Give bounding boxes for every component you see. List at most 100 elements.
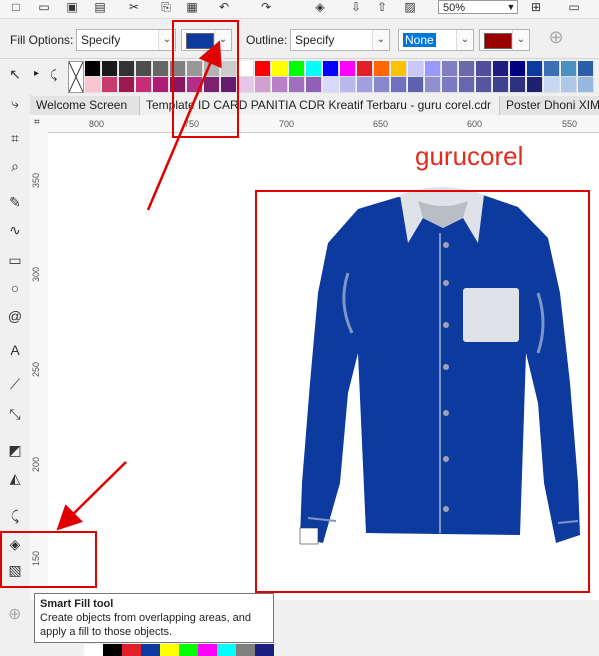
palette-swatch[interactable] — [510, 61, 526, 77]
no-color-swatch[interactable] — [68, 61, 84, 93]
drop-shadow-icon[interactable]: ◩ — [5, 440, 25, 460]
palette-swatch[interactable] — [340, 77, 356, 93]
palette-swatch[interactable] — [323, 61, 339, 77]
palette-swatch[interactable] — [544, 61, 560, 77]
vertical-ruler[interactable]: 350 300 250 200 150 — [30, 132, 49, 600]
horizontal-ruler[interactable]: 800 750 700 650 600 550 — [48, 115, 599, 133]
fill-options-value: Specify — [81, 33, 121, 47]
palette-swatch[interactable] — [476, 77, 492, 93]
palette-swatch[interactable] — [255, 61, 271, 77]
chevron-down-icon[interactable]: ▼ — [505, 0, 517, 14]
palette-swatch[interactable] — [306, 61, 322, 77]
palette-swatch[interactable] — [527, 77, 543, 93]
text-tool-icon[interactable]: A — [5, 340, 25, 360]
palette-swatch[interactable] — [391, 61, 407, 77]
open-icon[interactable]: ▭ — [36, 0, 52, 14]
rulers-icon[interactable]: ▭ — [566, 0, 582, 14]
palette-swatch[interactable] — [85, 61, 101, 77]
palette-swatch[interactable] — [323, 77, 339, 93]
palette-swatch[interactable] — [578, 77, 594, 93]
palette-swatch[interactable] — [561, 61, 577, 77]
palette-swatch[interactable] — [238, 61, 254, 77]
palette-swatch[interactable] — [459, 61, 475, 77]
document-palette[interactable] — [84, 644, 274, 656]
palette-swatch[interactable] — [493, 61, 509, 77]
palette-swatch[interactable] — [493, 77, 509, 93]
save-icon[interactable]: ▣ — [64, 0, 80, 14]
dimension-tool-icon[interactable]: ⟋ — [5, 374, 25, 394]
palette-swatch[interactable] — [153, 77, 169, 93]
import-icon[interactable]: ⇩ — [348, 0, 364, 14]
full-screen-icon[interactable]: ⊞ — [528, 0, 544, 14]
palette-swatch[interactable] — [374, 77, 390, 93]
cut-icon[interactable]: ✂ — [126, 0, 142, 14]
shape-tool-icon[interactable]: ⤷ — [5, 93, 25, 113]
palette-swatch[interactable] — [85, 77, 101, 93]
redo-icon[interactable]: ↷ — [258, 0, 274, 14]
palette-swatch[interactable] — [136, 61, 152, 77]
palette-swatch[interactable] — [578, 61, 594, 77]
add-tool-icon[interactable]: ⊕ — [8, 604, 21, 624]
palette-swatch[interactable] — [102, 77, 118, 93]
add-preset-icon[interactable]: ⊕ — [548, 28, 564, 46]
outline-width-dropdown[interactable]: None ⌄ — [398, 29, 474, 51]
palette-swatch[interactable] — [408, 61, 424, 77]
palette-swatch[interactable] — [153, 61, 169, 77]
palette-swatch[interactable] — [238, 77, 254, 93]
palette-swatch[interactable] — [340, 61, 356, 77]
palette-swatch[interactable] — [527, 61, 543, 77]
palette-swatch[interactable] — [510, 77, 526, 93]
palette-swatch[interactable] — [136, 77, 152, 93]
undo-icon[interactable]: ↶ — [216, 0, 232, 14]
print-icon[interactable]: ▤ — [92, 0, 108, 14]
copy-icon[interactable]: ⎘ — [158, 0, 174, 14]
spiral-tool-icon[interactable]: @ — [5, 306, 25, 326]
palette-swatch[interactable] — [459, 77, 475, 93]
export-icon[interactable]: ⇧ — [374, 0, 390, 14]
palette-swatch[interactable] — [476, 61, 492, 77]
pick-tool-icon[interactable]: ↖ — [5, 64, 25, 84]
eyedropper-icon[interactable]: ⤹ — [5, 506, 25, 526]
crop-tool-icon[interactable]: ⌗ — [5, 128, 25, 148]
tab-poster-document[interactable]: Poster Dhoni XIM — [500, 96, 599, 115]
palette-swatch[interactable] — [102, 61, 118, 77]
palette-swatch[interactable] — [425, 77, 441, 93]
palette-swatch[interactable] — [391, 77, 407, 93]
eyedropper-icon[interactable]: ⤹ — [50, 68, 57, 83]
palette-swatch[interactable] — [408, 77, 424, 93]
connector-tool-icon[interactable]: ⤡ — [5, 404, 25, 424]
palette-swatch[interactable] — [289, 61, 305, 77]
outline-color-picker[interactable]: ⌄ — [479, 29, 530, 51]
paste-icon[interactable]: ▦ — [184, 0, 200, 14]
palette-swatch[interactable] — [442, 61, 458, 77]
palette-swatch[interactable] — [374, 61, 390, 77]
transparency-icon[interactable]: ◭ — [5, 468, 25, 488]
palette-swatch[interactable] — [425, 61, 441, 77]
freehand-tool-icon[interactable]: ✎ — [5, 192, 25, 212]
palette-swatch[interactable] — [119, 61, 135, 77]
publish-pdf-icon[interactable]: ▨ — [402, 0, 418, 14]
rectangle-tool-icon[interactable]: ▭ — [5, 250, 25, 270]
palette-swatch[interactable] — [561, 77, 577, 93]
palette-swatch[interactable] — [272, 61, 288, 77]
outline-value: Specify — [295, 33, 335, 47]
palette-swatch[interactable] — [119, 77, 135, 93]
palette-swatch[interactable] — [357, 77, 373, 93]
search-content-icon[interactable]: ◈ — [312, 0, 328, 14]
palette-swatch[interactable] — [544, 77, 560, 93]
ellipse-tool-icon[interactable]: ○ — [5, 278, 25, 298]
zoom-tool-icon[interactable]: ⌕ — [5, 156, 25, 176]
palette-swatch[interactable] — [255, 77, 271, 93]
fill-options-dropdown[interactable]: Specify ⌄ — [76, 29, 176, 51]
artistic-media-icon[interactable]: ∿ — [5, 220, 25, 240]
palette-scroll-icon[interactable]: ▸ — [34, 68, 39, 79]
palette-swatch[interactable] — [272, 77, 288, 93]
palette-swatch[interactable] — [442, 77, 458, 93]
new-document-icon[interactable]: □ — [8, 0, 24, 14]
tab-welcome-screen[interactable]: Welcome Screen — [30, 96, 140, 115]
palette-swatch[interactable] — [289, 77, 305, 93]
palette-swatch[interactable] — [306, 77, 322, 93]
outline-dropdown[interactable]: Specify ⌄ — [290, 29, 390, 51]
ruler-origin[interactable]: ⌗ — [30, 115, 49, 133]
palette-swatch[interactable] — [357, 61, 373, 77]
